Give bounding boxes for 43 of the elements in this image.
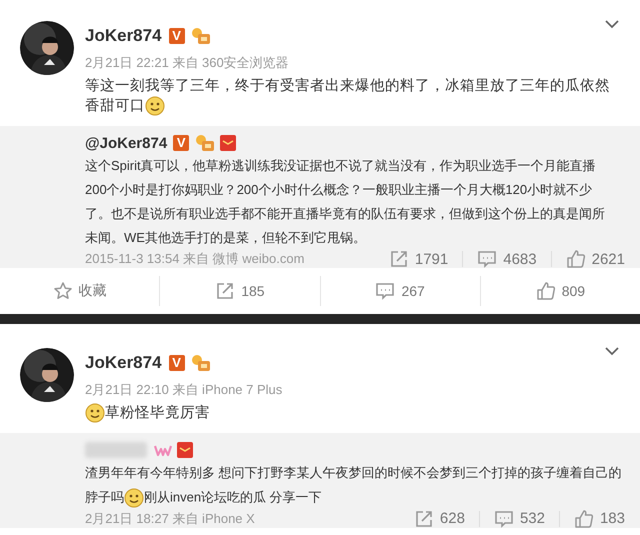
post-text: 脖子吗: [85, 490, 124, 505]
stat-count[interactable]: 1791: [388, 249, 448, 270]
thumbs-up-icon: [566, 249, 586, 270]
thumbs-up-icon: [536, 281, 556, 302]
comment-icon: [477, 249, 498, 270]
verified-badge: V: [168, 355, 185, 372]
medal-icon: [190, 353, 212, 374]
stat-count[interactable]: 628: [414, 508, 465, 529]
author-name[interactable]: JoKer874: [85, 353, 162, 374]
thumbs-up-icon: [574, 508, 594, 529]
post-text: 刚从inven论坛吃的瓜 分享一下: [144, 490, 322, 505]
envelope-icon: [176, 441, 194, 460]
share-icon: [388, 249, 409, 270]
stat-count[interactable]: 4683: [477, 249, 537, 270]
emoji-icon: [124, 488, 144, 508]
share-icon: [215, 281, 236, 302]
star-icon: [52, 281, 73, 302]
verified-badge: V: [168, 28, 185, 44]
emoji-icon: [85, 403, 105, 424]
verified-badge: V: [173, 135, 190, 152]
comment-icon: [494, 508, 514, 529]
stat-count[interactable]: 2621: [566, 249, 625, 270]
author-link[interactable]: @JoKer874: [85, 134, 168, 152]
chevron-down-icon[interactable]: [604, 19, 620, 29]
post-meta: 2月21日 18:27 来自 iPhone X: [85, 510, 255, 528]
medal-icon: [190, 26, 212, 46]
medal-icon: [194, 133, 216, 154]
chevron-down-icon[interactable]: [604, 346, 620, 356]
stat-count[interactable]: 183: [574, 508, 625, 529]
post-text: 这个Spirit真可以，他草粉逃训练我没证据也不说了就当没有，作为职业选手一个月能直播200个小时是打你妈职业？200个小时什么概念？一般职业主播一个月大概120小时就不少了。也不是说所有职业选手都不能开直播毕竟有的队伍有要求，但做到这个份上的真是闻所未闻。WE其他选手打的是菜，但轮不到它甩锅。: [85, 157, 606, 248]
share-icon: [414, 508, 434, 529]
post-meta: 2月21日 22:21 来自 360安全浏览器: [85, 54, 290, 72]
post-meta: 2月21日 22:10 来自 iPhone 7 Plus: [85, 381, 284, 400]
post-text: 等这一刻我等了三年，终于有受害者出来爆他的料了，冰箱里放了三年的瓜依然: [85, 76, 610, 96]
envelope-icon: [219, 134, 238, 152]
emoji-icon: [145, 96, 165, 116]
post-meta: 2015-11-3 13:54 来自 微博 weibo.com: [85, 250, 304, 268]
post-text: 香甜可口: [85, 98, 145, 114]
author-name[interactable]: JoKer874: [85, 26, 162, 46]
post-text: 草粉怪毕竟厉害: [105, 405, 210, 422]
post-text: 渣男年年有今年特别多 想问下打野李某人午夜梦回的时候不会梦到三个打掉的孩子缠着自己的: [85, 464, 622, 482]
comment-icon: [375, 281, 396, 302]
stat-count[interactable]: 532: [494, 508, 545, 529]
